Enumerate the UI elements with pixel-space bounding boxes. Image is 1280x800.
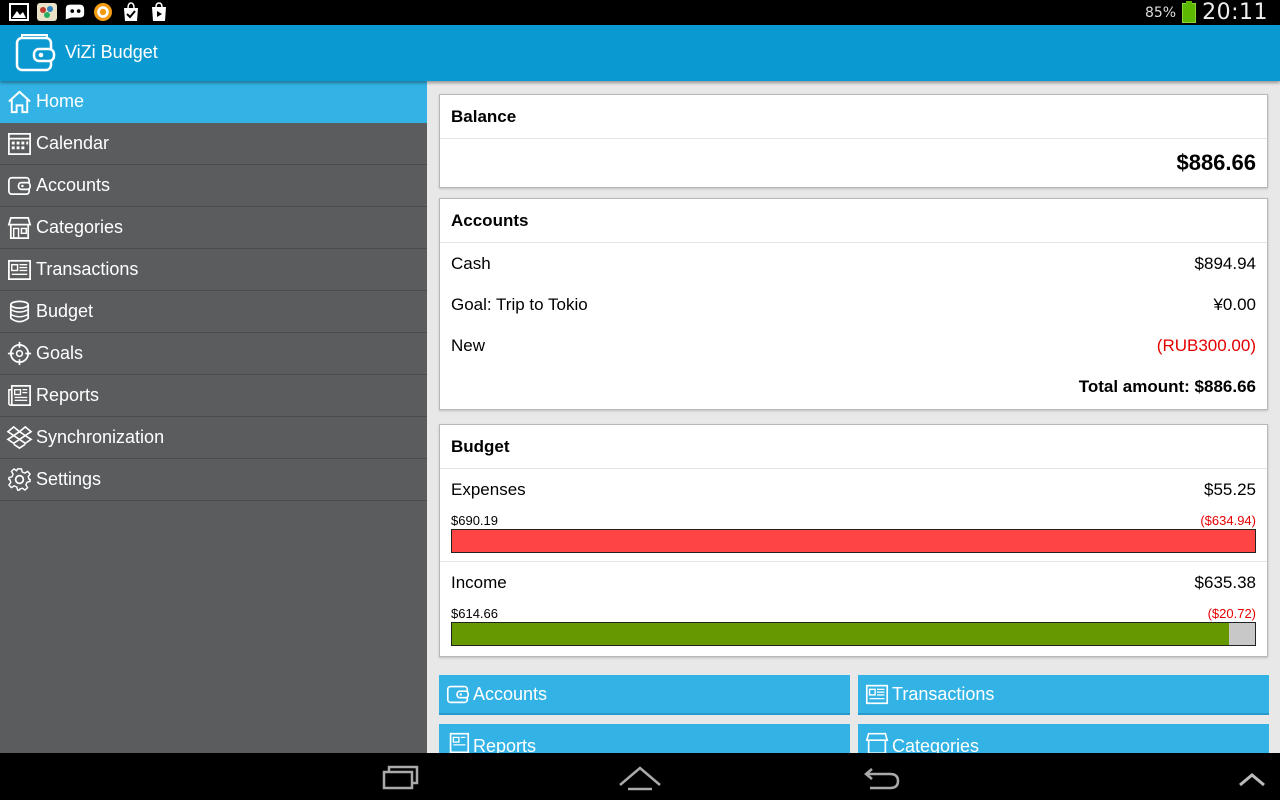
sidebar-item-synchronization[interactable]: Synchronization (0, 417, 427, 459)
balance-title: Balance (440, 95, 1267, 139)
tile-label: Reports (473, 736, 537, 753)
accounts-title: Accounts (440, 199, 1267, 243)
balance-amount: $886.66 (1176, 150, 1256, 175)
expenses-block[interactable]: Expenses $55.25 $690.19 ($634.94) (440, 469, 1267, 562)
expenses-progress-bar (451, 529, 1256, 553)
expenses-amount: $55.25 (1204, 480, 1256, 499)
income-label: Income (451, 573, 507, 592)
sidebar-item-transactions[interactable]: Transactions (0, 249, 427, 291)
sidebar-item-label: Home (36, 91, 85, 111)
account-amount: (RUB300.00) (1156, 335, 1256, 355)
categories-shortcut-button[interactable]: Categories (858, 724, 1269, 753)
expenses-remaining: ($634.94) (1200, 512, 1256, 528)
sidebar-item-label: Categories (36, 217, 124, 237)
sidebar-item-categories[interactable]: Categories (0, 207, 427, 249)
gallery-icon (8, 2, 30, 22)
balance-card: Balance $886.66 (439, 94, 1268, 188)
clock: 20:11 (1202, 0, 1268, 25)
sidebar-item-label: Accounts (36, 175, 111, 195)
tile-label: Accounts (473, 683, 548, 704)
sidebar-item-label: Calendar (36, 133, 110, 153)
income-block[interactable]: Income $635.38 $614.66 ($20.72) (440, 562, 1267, 646)
income-planned: $614.66 (451, 605, 498, 621)
expenses-label: Expenses (451, 480, 526, 499)
notification-icons (8, 2, 170, 22)
store-icon (7, 216, 32, 239)
dropbox-icon (6, 425, 33, 450)
tile-label: Transactions (892, 683, 995, 704)
shopping-bag-icon (120, 2, 142, 22)
navigation-drawer: Home Calendar Accounts Categories Transa… (0, 81, 427, 753)
newspaper-icon (8, 384, 31, 407)
account-name: Cash (451, 253, 491, 273)
account-row[interactable]: Goal: Trip to Tokio ¥0.00 (440, 284, 1267, 325)
reports-shortcut-button[interactable]: Reports (439, 724, 850, 753)
app-title: ViZi Budget (65, 42, 158, 62)
sidebar-item-reports[interactable]: Reports (0, 375, 427, 417)
accounts-shortcut-button[interactable]: Accounts (439, 675, 850, 715)
account-row[interactable]: Cash $894.94 (440, 243, 1267, 284)
sidebar-item-label: Goals (36, 343, 84, 363)
wallet-icon (8, 176, 31, 196)
account-name: Goal: Trip to Tokio (451, 294, 588, 314)
chat-icon (64, 2, 86, 22)
expenses-planned: $690.19 (451, 512, 498, 528)
wallet-icon[interactable] (14, 32, 56, 74)
gear-icon (8, 468, 31, 491)
game-icon (36, 2, 58, 22)
expenses-progress-fill (452, 530, 1255, 552)
account-name: New (451, 335, 486, 355)
orange-app-icon (92, 2, 114, 22)
sidebar-item-label: Reports (36, 385, 100, 405)
sidebar-item-label: Synchronization (36, 427, 165, 447)
transactions-shortcut-button[interactable]: Transactions (858, 675, 1269, 715)
budget-title: Budget (440, 425, 1267, 469)
calendar-icon (8, 132, 31, 155)
store-icon (865, 732, 889, 753)
tile-label: Categories (892, 736, 980, 753)
income-progress-bar (451, 622, 1256, 646)
database-icon (9, 300, 30, 323)
chevron-up-icon[interactable] (1230, 761, 1274, 793)
sidebar-item-accounts[interactable]: Accounts (0, 165, 427, 207)
receipt-icon (865, 684, 889, 705)
battery-icon (1182, 0, 1197, 23)
account-amount: ¥0.00 (1213, 294, 1256, 314)
sidebar-item-label: Transactions (36, 259, 139, 279)
sidebar-item-calendar[interactable]: Calendar (0, 123, 427, 165)
newspaper-icon (449, 732, 470, 753)
sidebar-item-home[interactable]: Home (0, 81, 427, 123)
accounts-total: Total amount: $886.66 (1078, 376, 1256, 396)
accounts-card: Accounts Cash $894.94 Goal: Trip to Toki… (439, 198, 1268, 410)
sidebar-item-label: Settings (36, 469, 102, 489)
income-remaining: ($20.72) (1207, 605, 1256, 621)
receipt-icon (8, 259, 31, 281)
main-content[interactable]: Balance $886.66 Accounts Cash $894.94 Go… (427, 81, 1280, 753)
income-amount: $635.38 (1194, 573, 1256, 592)
sidebar-item-goals[interactable]: Goals (0, 333, 427, 375)
play-store-icon (148, 2, 170, 22)
budget-card: Budget Expenses $55.25 $690.19 ($634.94)… (439, 424, 1268, 657)
status-bar: 85% 20:11 (0, 0, 1280, 25)
sidebar-item-budget[interactable]: Budget (0, 291, 427, 333)
battery-percent: 85% (1144, 4, 1177, 21)
wallet-icon (446, 685, 470, 704)
back-icon[interactable] (860, 761, 904, 793)
system-navigation-bar (0, 753, 1280, 800)
home-icon (8, 90, 31, 114)
target-icon (7, 341, 32, 366)
sidebar-item-settings[interactable]: Settings (0, 459, 427, 501)
sidebar-item-label: Budget (36, 301, 94, 321)
income-progress-fill (452, 623, 1229, 645)
recent-apps-icon[interactable] (378, 761, 422, 793)
home-button-icon[interactable] (618, 761, 662, 793)
action-bar: ViZi Budget (0, 25, 1280, 81)
account-amount: $894.94 (1194, 253, 1256, 273)
account-row[interactable]: New (RUB300.00) (440, 325, 1267, 366)
